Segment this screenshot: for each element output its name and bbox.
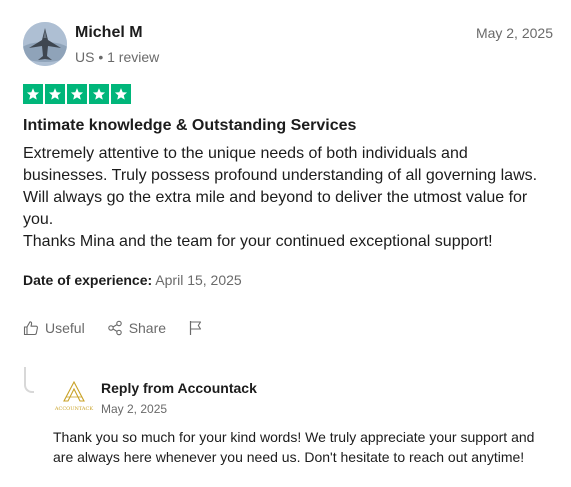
reply-connector (24, 367, 34, 393)
star-icon (45, 84, 65, 104)
share-button[interactable]: Share (107, 320, 166, 336)
review-title: Intimate knowledge & Outstanding Service… (23, 117, 357, 134)
review-actions: Useful Share (23, 320, 226, 336)
date-of-experience: Date of experience: April 15, 2025 (23, 272, 242, 288)
report-button[interactable] (188, 320, 204, 336)
reply-date: May 2, 2025 (101, 402, 168, 416)
useful-label: Useful (45, 320, 85, 336)
reviewer-name[interactable]: Michel M (75, 24, 143, 42)
share-label: Share (128, 320, 167, 336)
review-header: Michel M US • 1 review May 2, 2025 (23, 22, 553, 68)
review-body: Extremely attentive to the unique needs … (23, 143, 543, 253)
thumbs-up-icon (23, 321, 38, 336)
review-body-paragraph: Extremely attentive to the unique needs … (23, 145, 538, 228)
share-icon (107, 320, 122, 336)
experience-label: Date of experience: (23, 272, 153, 288)
reply-text: Thank you so much for your kind words! W… (53, 429, 535, 465)
reply-from: Reply from Accountack (101, 380, 257, 396)
review-date: May 2, 2025 (475, 25, 553, 41)
accountack-logo-icon: ACCOUNTACK (54, 380, 93, 412)
star-icon (89, 84, 109, 104)
star-icon (111, 84, 131, 104)
experience-date: April 15, 2025 (155, 272, 242, 288)
avatar[interactable] (23, 22, 67, 66)
flag-icon (189, 321, 202, 335)
useful-button[interactable]: Useful (23, 320, 85, 336)
logo-text: ACCOUNTACK (54, 406, 93, 412)
reviewer-meta: US • 1 review (75, 49, 160, 65)
star-rating (23, 84, 131, 104)
star-icon (67, 84, 87, 104)
star-icon (23, 84, 43, 104)
review-body-paragraph: Thanks Mina and the team for your contin… (23, 233, 493, 250)
fighter-jet-avatar-image (23, 22, 67, 66)
accountack-logo: ACCOUNTACK (52, 380, 96, 413)
